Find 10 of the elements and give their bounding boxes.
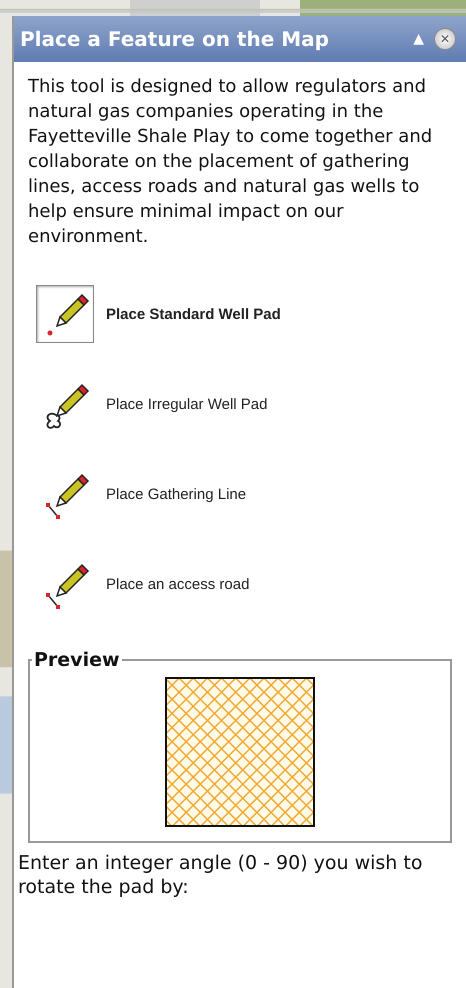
- close-button[interactable]: ✕: [434, 28, 456, 50]
- panel-title: Place a Feature on the Map: [20, 27, 330, 51]
- tool-label[interactable]: Place Gathering Line: [106, 486, 246, 502]
- tool-button[interactable]: [36, 285, 94, 343]
- tool-label[interactable]: Place an access road: [106, 576, 250, 592]
- tool-label[interactable]: Place Standard Well Pad: [106, 306, 281, 322]
- tool-label[interactable]: Place Irregular Well Pad: [106, 396, 268, 412]
- description-text: This tool is designed to allow regulators and natural gas companies operating in the Fayetteville Shale Play to come together and collaborate on the placement of gathering lines, access roads and natural gas wells to help ensure minimal impact on our environment.: [28, 75, 434, 249]
- angle-prompt: Enter an integer angle (0 - 90) you wish to rotate the pad by:: [18, 851, 424, 899]
- preview-legend: Preview: [32, 649, 122, 671]
